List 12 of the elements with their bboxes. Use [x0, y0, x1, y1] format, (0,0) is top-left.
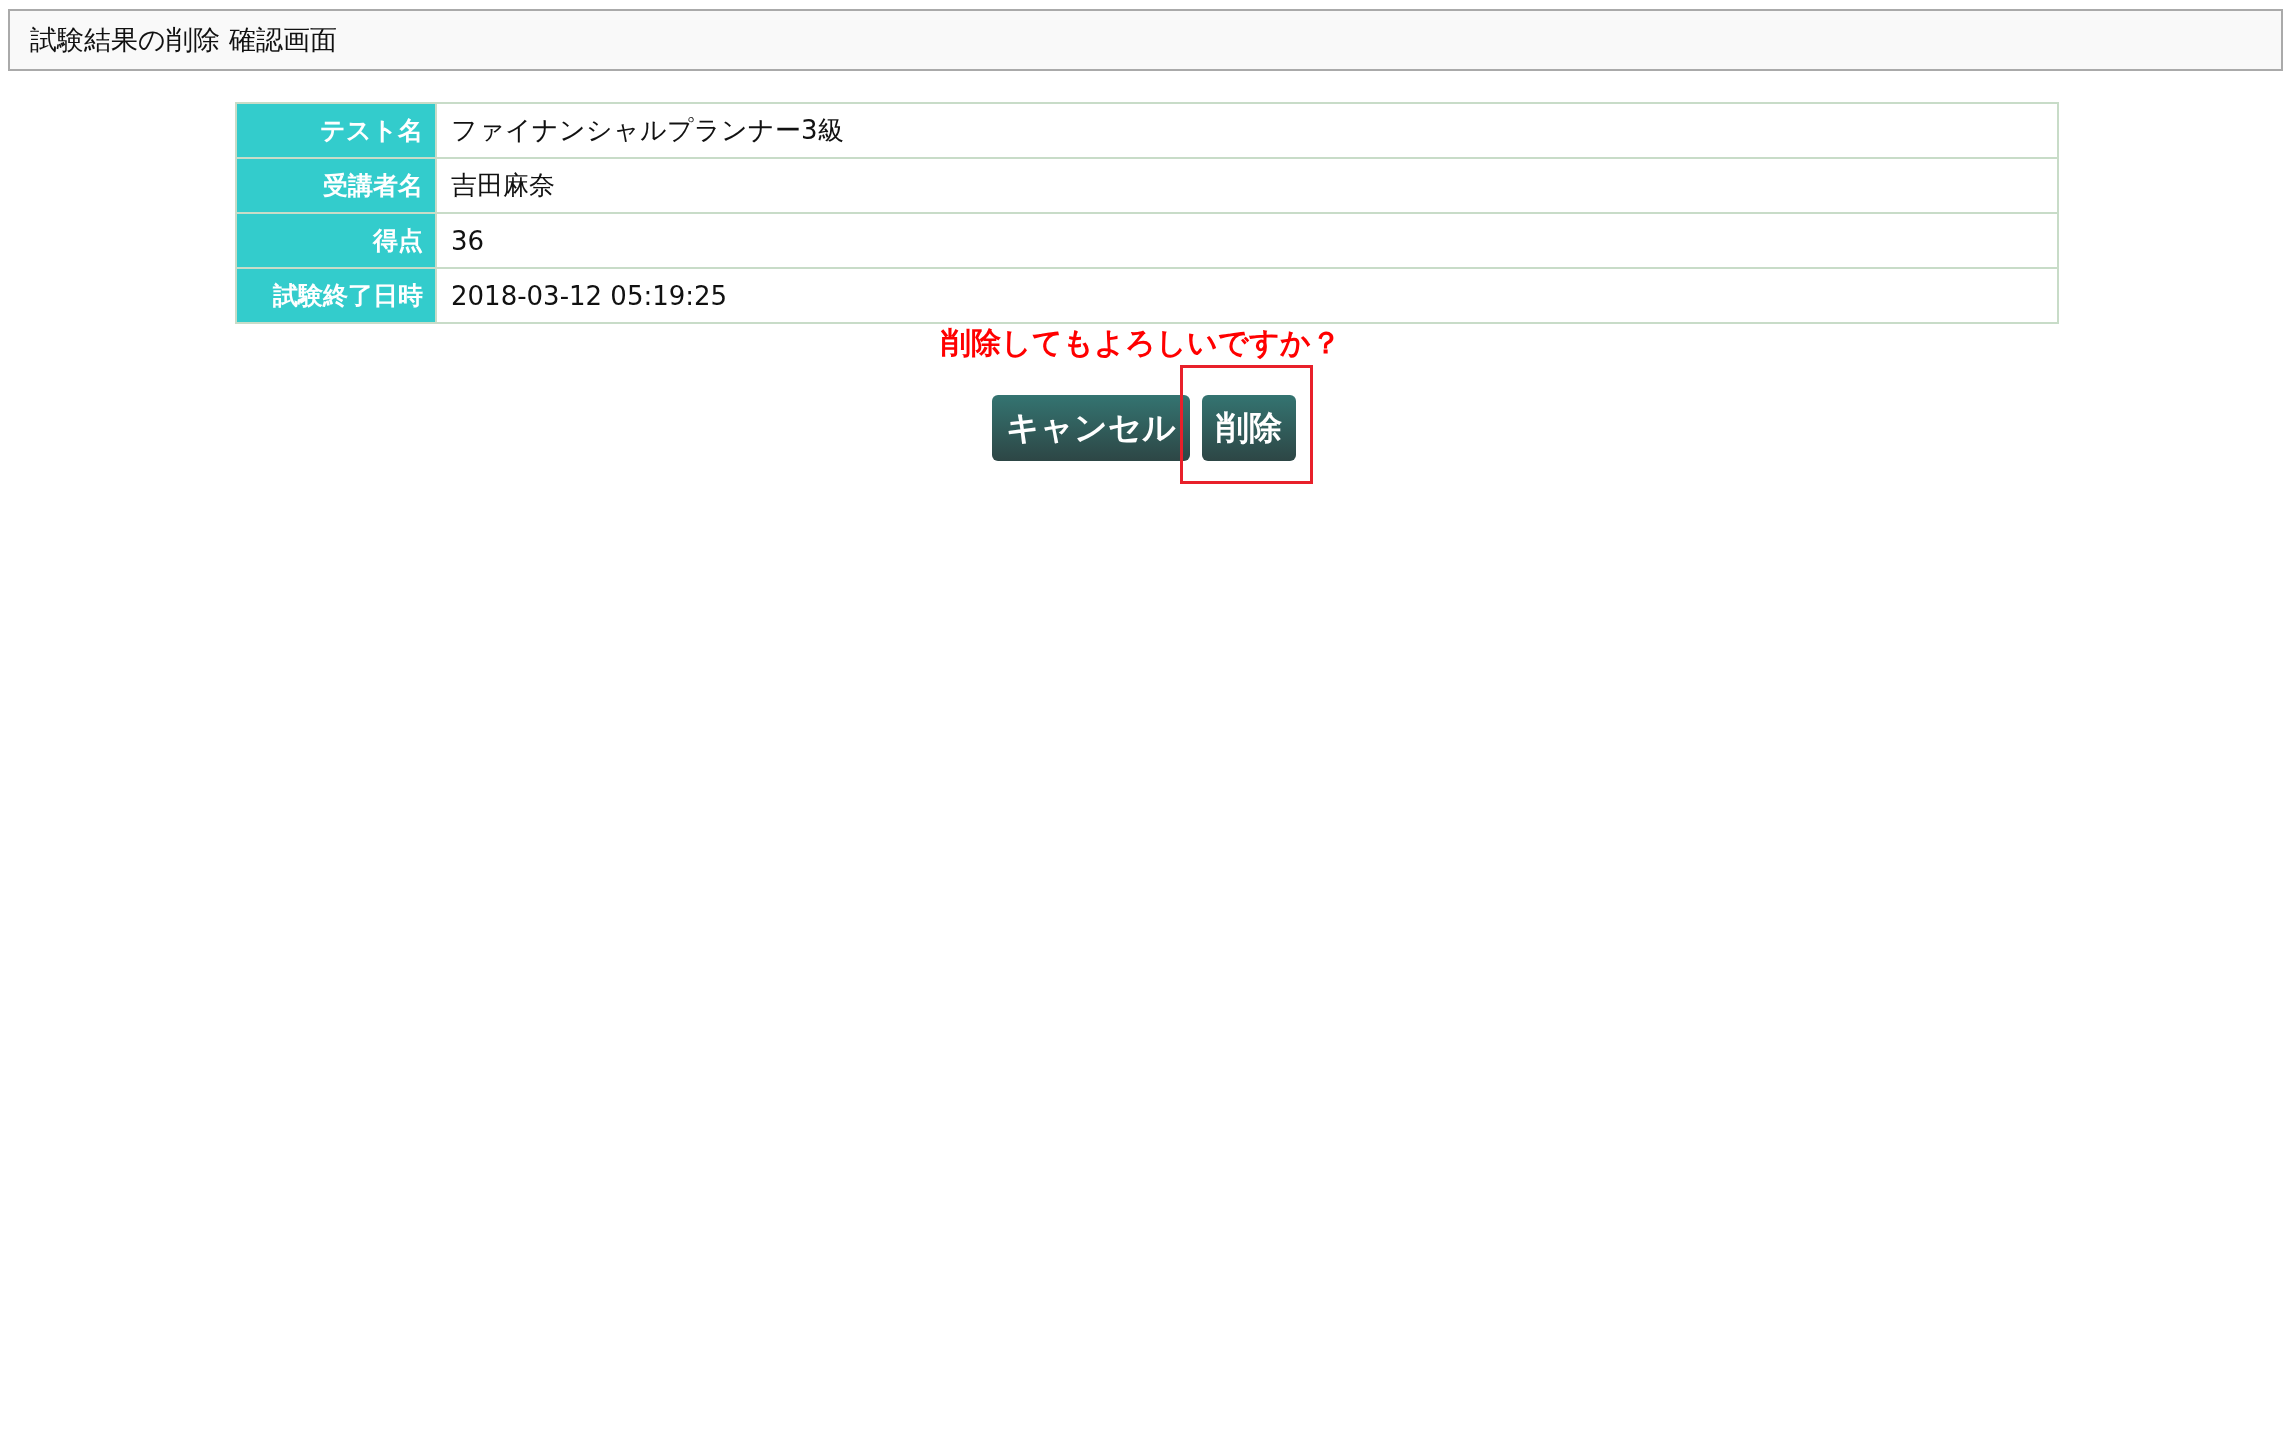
field-label: テスト名 — [237, 104, 437, 157]
field-value: 2018-03-12 05:19:25 — [450, 279, 729, 313]
field-value: 吉田麻奈 — [450, 169, 556, 202]
confirm-message: 削除してもよろしいですか？ — [939, 326, 1342, 359]
action-button[interactable]: 削除 — [1201, 395, 1296, 461]
page-title: 試験結果の削除 確認画面 — [30, 23, 337, 57]
field-value: ファイナンシャルプランナー3級 — [450, 114, 845, 147]
field-label: 試験終了日時 — [237, 269, 437, 322]
action-button[interactable]: キャンセル — [991, 395, 1190, 461]
field-label: 得点 — [237, 214, 437, 267]
field-label: 受講者名 — [237, 159, 437, 212]
field-value: 36 — [450, 224, 486, 258]
